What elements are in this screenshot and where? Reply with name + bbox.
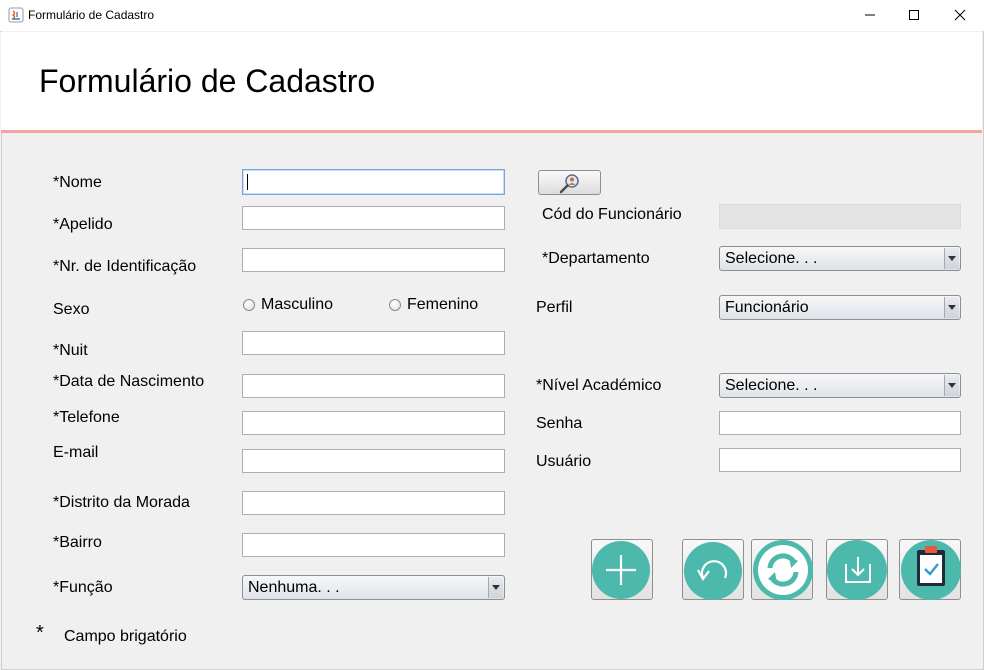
- perfil-label: Perfil: [536, 299, 573, 316]
- bairro-label: *Bairro: [53, 534, 102, 551]
- usuario-field[interactable]: [719, 448, 961, 472]
- search-user-icon: [559, 173, 579, 193]
- maximize-button[interactable]: [891, 0, 937, 30]
- chevron-down-icon: [944, 297, 959, 318]
- add-button[interactable]: [591, 539, 653, 600]
- departamento-combo[interactable]: Selecione. . .: [719, 246, 961, 271]
- nuit-field[interactable]: [242, 331, 505, 355]
- distrito-field[interactable]: [242, 491, 505, 515]
- undo-icon: [684, 542, 742, 600]
- nr-identificacao-label: *Nr. de Identificação: [53, 258, 197, 275]
- nome-field[interactable]: [242, 169, 505, 195]
- page-title: Formulário de Cadastro: [39, 63, 376, 99]
- telefone-field[interactable]: [242, 411, 505, 435]
- report-button[interactable]: [899, 539, 961, 600]
- search-funcionario-button[interactable]: [538, 170, 601, 195]
- nome-label: *Nome: [53, 174, 102, 191]
- radio-circle: [243, 299, 255, 311]
- minimize-icon: [865, 14, 875, 16]
- undo-button[interactable]: [682, 539, 744, 600]
- cod-funcionario-label: Cód do Funcionário: [542, 206, 682, 223]
- senha-label: Senha: [536, 415, 583, 432]
- required-asterisk: *: [36, 622, 44, 644]
- clipboard-check-icon: [901, 540, 961, 600]
- header-divider: [1, 130, 982, 133]
- nr-identificacao-field[interactable]: [242, 248, 505, 272]
- funcao-label: *Função: [53, 579, 113, 596]
- download-icon: [827, 540, 887, 600]
- maximize-icon: [909, 10, 919, 20]
- usuario-label: Usuário: [536, 453, 592, 470]
- text-caret: [247, 174, 248, 190]
- minimize-button[interactable]: [847, 0, 893, 30]
- perfil-combo[interactable]: Funcionário: [719, 295, 961, 320]
- cod-funcionario-field: [719, 204, 961, 229]
- nivel-academico-combo[interactable]: Selecione. . .: [719, 373, 961, 398]
- departamento-combo-value: Selecione. . .: [725, 250, 818, 267]
- email-label: E-mail: [53, 444, 99, 461]
- chevron-down-icon: [944, 248, 959, 269]
- nivel-academico-label: *Nível Académico: [536, 377, 662, 394]
- data-nascimento-label: *Data de Nascimento: [53, 373, 205, 390]
- refresh-icon: [753, 540, 813, 600]
- departamento-label: *Departamento: [542, 250, 650, 267]
- funcao-combo-value: Nenhuma. . .: [248, 579, 340, 596]
- perfil-combo-value: Funcionário: [725, 299, 809, 316]
- radio-circle: [389, 299, 401, 311]
- apelido-label: *Apelido: [53, 216, 113, 233]
- chevron-down-icon: [944, 375, 959, 396]
- email-field[interactable]: [242, 449, 505, 473]
- chevron-down-icon: [488, 577, 503, 598]
- refresh-button[interactable]: [751, 539, 813, 600]
- required-note: Campo brigatório: [64, 628, 187, 645]
- nivel-academico-combo-value: Selecione. . .: [725, 377, 818, 394]
- close-button[interactable]: [937, 0, 983, 30]
- sexo-masculino-label: Masculino: [261, 296, 334, 313]
- plus-icon: [592, 541, 650, 599]
- sexo-masculino-radio[interactable]: Masculino: [243, 296, 333, 314]
- nuit-label: *Nuit: [53, 342, 88, 359]
- save-button[interactable]: [826, 539, 888, 600]
- window-title: Formulário de Cadastro: [28, 8, 155, 22]
- senha-field[interactable]: [719, 411, 961, 435]
- window-titlebar: Formulário de Cadastro: [0, 0, 984, 32]
- telefone-label: *Telefone: [53, 409, 120, 426]
- sexo-femenino-label: Femenino: [407, 296, 479, 313]
- bairro-field[interactable]: [242, 533, 505, 557]
- apelido-field[interactable]: [242, 206, 505, 230]
- data-nascimento-field[interactable]: [242, 374, 505, 398]
- sexo-femenino-radio[interactable]: Femenino: [389, 296, 478, 314]
- funcao-combo[interactable]: Nenhuma. . .: [242, 575, 505, 600]
- close-icon: [954, 9, 966, 21]
- sexo-label: Sexo: [53, 301, 90, 318]
- distrito-label: *Distrito da Morada: [53, 494, 190, 511]
- java-app-icon: [8, 7, 24, 23]
